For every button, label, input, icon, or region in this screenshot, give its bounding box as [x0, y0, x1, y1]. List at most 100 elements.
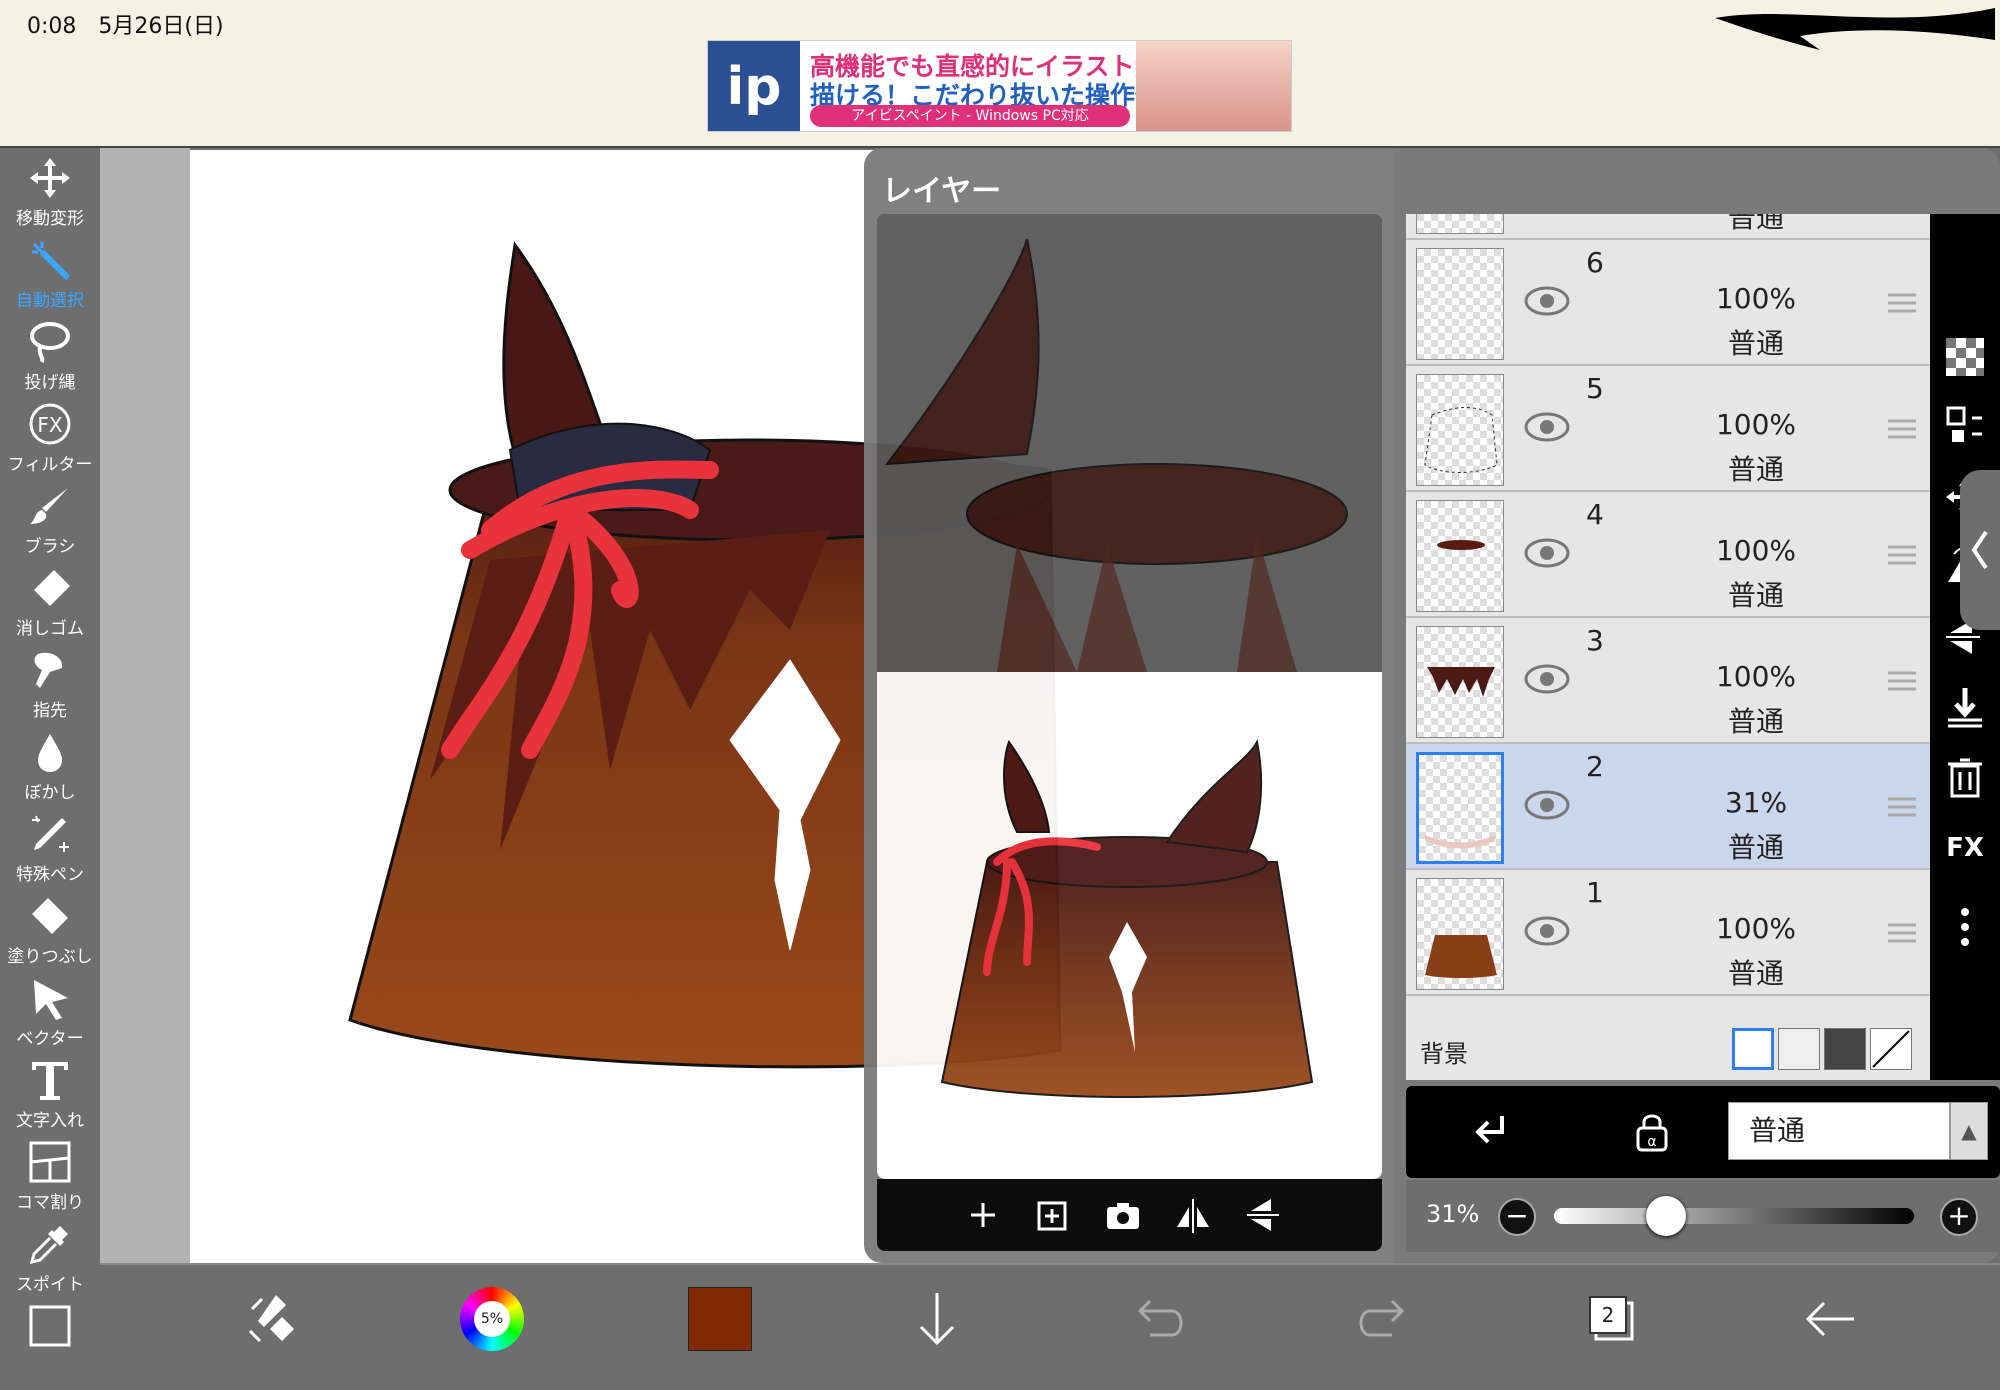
layer-blend-controls: α 普通 ▲ — [1406, 1086, 2000, 1178]
layer-list-pane: 普通 6 100% 普通 5 100% 普通 4 100% 普通 3 100% … — [1394, 148, 2000, 1263]
camera-icon[interactable] — [1101, 1193, 1145, 1237]
layer-select-icon[interactable] — [1942, 404, 1988, 450]
quick-tool-switch-icon[interactable] — [240, 1287, 304, 1351]
clip-layer-icon[interactable] — [1466, 1108, 1514, 1156]
tool-frame-divider[interactable]: コマ割り — [0, 1136, 100, 1216]
visibility-eye-icon[interactable] — [1524, 788, 1570, 822]
opacity-slider-thumb[interactable] — [1645, 1196, 1686, 1236]
opacity-increase-button[interactable]: + — [1940, 1198, 1978, 1236]
current-color-swatch[interactable] — [688, 1287, 752, 1351]
layer-row-5[interactable]: 5 100% 普通 — [1406, 366, 1930, 492]
preview-lower — [877, 672, 1382, 1179]
arrow-down-icon[interactable] — [905, 1287, 969, 1351]
trash-icon[interactable] — [1942, 754, 1988, 800]
alpha-lock-icon[interactable]: α — [1628, 1108, 1676, 1156]
tool-finger[interactable]: 指先 — [0, 644, 100, 724]
tool-canvas[interactable] — [0, 1300, 100, 1380]
back-arrow-icon[interactable] — [1798, 1287, 1862, 1351]
preview-upper — [877, 214, 1382, 672]
drag-handle-icon[interactable] — [1886, 670, 1918, 692]
undo-icon[interactable] — [1128, 1287, 1192, 1351]
flip-horizontal-icon[interactable] — [1171, 1193, 1215, 1237]
visibility-eye-icon[interactable] — [1524, 284, 1570, 318]
tool-eraser[interactable]: 消しゴム — [0, 562, 100, 642]
tool-filter[interactable]: FX フィルター — [0, 398, 100, 478]
drag-handle-icon[interactable] — [1886, 292, 1918, 314]
visibility-eye-icon[interactable] — [1524, 536, 1570, 570]
add-layer-icon[interactable] — [961, 1193, 1005, 1237]
blur-drop-icon — [38, 734, 62, 772]
preview-ear — [884, 238, 1348, 672]
ad-banner[interactable]: ip 高機能でも直感的にイラストが 描ける！こだわり抜いた操作性！ アイビスペイ… — [707, 40, 1292, 132]
tool-fill[interactable]: 塗りつぶし — [0, 890, 100, 970]
drag-handle-icon[interactable] — [1886, 796, 1918, 818]
more-options-icon[interactable] — [1942, 904, 1988, 950]
tool-brush[interactable]: ブラシ — [0, 480, 100, 560]
visibility-eye-icon[interactable] — [1524, 662, 1570, 696]
blend-mode-arrow-icon[interactable]: ▲ — [1950, 1102, 1988, 1160]
opacity-decrease-button[interactable]: − — [1498, 1198, 1536, 1236]
panel-collapse-tab[interactable] — [1960, 470, 2000, 630]
visibility-eye-icon[interactable] — [1524, 410, 1570, 444]
layer-thumbnail — [1416, 626, 1504, 738]
layer-thumbnail — [1416, 214, 1504, 234]
tool-text[interactable]: 文字入れ — [0, 1054, 100, 1134]
merge-down-icon[interactable] — [1942, 684, 1988, 730]
bg-transparent-swatch[interactable] — [1778, 1028, 1820, 1070]
layer-panel-title: レイヤー — [882, 174, 1002, 209]
status-time-date: 0:08 5月26日(日) — [27, 14, 224, 39]
ibis-logo: ip — [708, 41, 800, 131]
bg-none-swatch[interactable] — [1870, 1028, 1912, 1070]
vector-cursor-icon — [34, 980, 68, 1020]
drag-handle-icon[interactable] — [1886, 418, 1918, 440]
layer-panel: レイヤー 普通 6 100% 普通 5 100% 普通 4 100% 普通 3 … — [864, 148, 2000, 1263]
tool-lasso[interactable]: 投げ縄 — [0, 316, 100, 396]
layer-row-4[interactable]: 4 100% 普通 — [1406, 492, 1930, 618]
layer-row-1[interactable]: 1 100% 普通 — [1406, 870, 1930, 996]
fx-icon[interactable]: FX — [1942, 824, 1988, 870]
flip-vertical-icon[interactable] — [1241, 1193, 1285, 1237]
canvas-square-icon — [29, 1305, 71, 1347]
frame-divider-icon — [29, 1141, 71, 1183]
layer-list[interactable]: 普通 6 100% 普通 5 100% 普通 4 100% 普通 3 100% … — [1406, 214, 1930, 1080]
drag-handle-icon[interactable] — [1886, 544, 1918, 566]
add-layer-square-icon[interactable] — [1031, 1193, 1075, 1237]
background-row[interactable]: 背景 — [1406, 1014, 1930, 1080]
tool-special-pen[interactable]: 特殊ペン — [0, 808, 100, 888]
opacity-slider-row: 31% − + — [1406, 1180, 2000, 1252]
bottom-toolbar: 5% 2 — [100, 1263, 2000, 1390]
tool-magic-wand[interactable]: 自動選択 — [0, 234, 100, 314]
ad-character-image — [1136, 41, 1291, 131]
opacity-slider[interactable] — [1554, 1208, 1914, 1224]
visibility-eye-icon[interactable] — [1524, 914, 1570, 948]
layer-row-partial[interactable]: 普通 — [1406, 214, 1930, 240]
canvas-margin — [100, 148, 190, 1263]
tool-eyedropper[interactable]: スポイト — [0, 1218, 100, 1298]
special-pen-icon — [32, 815, 69, 852]
brush-size-label: 5% — [474, 1301, 510, 1337]
svg-text:α: α — [1647, 1134, 1656, 1150]
magic-wand-icon — [32, 242, 71, 281]
tool-blur[interactable]: ぼかし — [0, 726, 100, 806]
svg-text:FX: FX — [1946, 833, 1984, 863]
color-wheel-button[interactable]: 5% — [460, 1287, 524, 1351]
blend-mode-select[interactable]: 普通 — [1728, 1102, 1950, 1160]
redo-icon[interactable] — [1350, 1287, 1414, 1351]
layers-count-button[interactable]: 2 — [1578, 1287, 1642, 1351]
text-icon — [32, 1062, 68, 1100]
bg-dark-swatch[interactable] — [1824, 1028, 1866, 1070]
layer-thumbnail — [1416, 500, 1504, 612]
bg-white-swatch[interactable] — [1732, 1028, 1774, 1070]
layer-row-3[interactable]: 3 100% 普通 — [1406, 618, 1930, 744]
checker-icon[interactable] — [1942, 334, 1988, 380]
layer-thumbnail — [1416, 752, 1504, 864]
layer-row-6[interactable]: 6 100% 普通 — [1406, 240, 1930, 366]
layer-count: 2 — [1601, 1303, 1615, 1327]
status-bar: 0:08 5月26日(日) ip 高機能でも直感的にイラストが 描ける！こだわり… — [0, 0, 2000, 148]
layer-row-2[interactable]: 2 31% 普通 — [1406, 744, 1930, 870]
chevron-left-icon — [1971, 530, 1988, 570]
lasso-icon — [30, 322, 70, 363]
drag-handle-icon[interactable] — [1886, 922, 1918, 944]
tool-vector[interactable]: ベクター — [0, 972, 100, 1052]
tool-move-transform[interactable]: 移動変形 — [0, 152, 100, 232]
